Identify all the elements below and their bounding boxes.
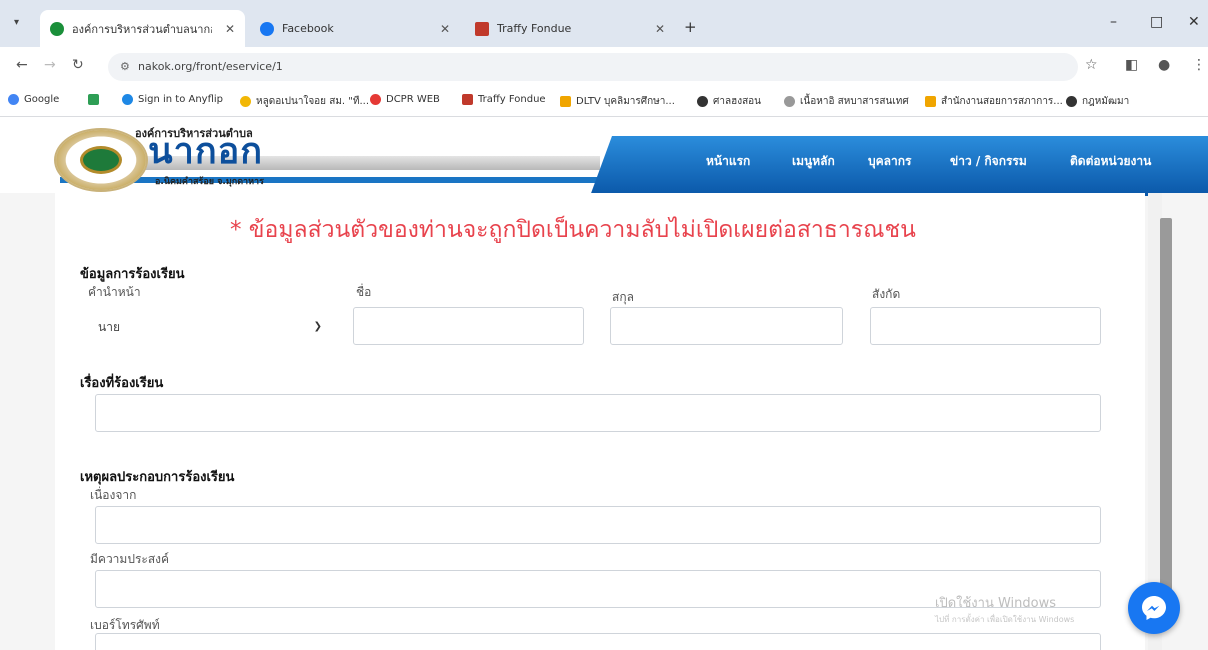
privacy-notice: * ข้อมูลส่วนตัวของท่านจะถูกปิดเป็นความลั… xyxy=(230,217,916,243)
phone-input[interactable] xyxy=(95,633,1101,650)
header-blue-bar xyxy=(60,177,600,183)
chevron-down-icon: ❯ xyxy=(313,321,322,332)
nav-main-menu[interactable]: เมนูหลัก xyxy=(792,152,835,171)
prefix-label: คำนำหน้า xyxy=(88,285,141,299)
address-bar-row: ← → ↻ ⚙ nakok.org/front/eservice/1 ☆ ◧ ●… xyxy=(0,47,1208,87)
nav-home[interactable]: หน้าแรก xyxy=(706,152,750,171)
maximize-icon[interactable]: □ xyxy=(1150,14,1163,30)
url-input[interactable]: ⚙ nakok.org/front/eservice/1 xyxy=(108,53,1078,81)
scrollbar-thumb[interactable] xyxy=(1160,218,1172,618)
close-tab-icon[interactable]: ✕ xyxy=(655,22,665,36)
town-name: นากอก xyxy=(148,131,264,172)
bookmark-icon xyxy=(240,96,251,107)
subject-section-title: เรื่องที่ร้องเรียน xyxy=(80,376,164,391)
web-page: หน้าแรก เมนูหลัก บุคลากร ข่าว / กิจกรรม … xyxy=(0,118,1208,650)
prefix-select[interactable]: นาย ❯ xyxy=(94,308,328,346)
dcpr-icon xyxy=(370,94,381,105)
browser-tab-strip: ▾ องค์การบริหารส่วนตำบลนากอก สม ✕ Facebo… xyxy=(0,0,1208,47)
nav-contact[interactable]: ติดต่อหน่วยงาน xyxy=(1070,152,1151,171)
bookmark-item[interactable]: ศาลฮงสอน xyxy=(697,94,761,109)
site-info-icon[interactable]: ⚙ xyxy=(120,53,130,81)
close-tab-icon[interactable]: ✕ xyxy=(225,22,235,36)
purpose-label: มีความประสงค์ xyxy=(90,552,170,566)
bookmark-icon xyxy=(88,94,99,105)
sidepanel-icon[interactable]: ◧ xyxy=(1125,57,1138,73)
bookmark-item[interactable]: กฎหมัฒมา xyxy=(1066,94,1129,109)
because-label: เนื่องจาก xyxy=(90,488,137,502)
last-name-input[interactable] xyxy=(610,307,843,345)
affiliation-label: สังกัด xyxy=(872,287,901,301)
messenger-chat-button[interactable] xyxy=(1128,582,1180,634)
tab-title: Facebook xyxy=(282,22,334,35)
back-arrow-icon[interactable]: ← xyxy=(16,57,28,73)
bookmark-item[interactable]: Traffy Fondue xyxy=(462,94,546,105)
first-name-input[interactable] xyxy=(353,307,584,345)
tab-title: Traffy Fondue xyxy=(497,22,572,35)
bookmarks-bar: Google Sign in to Anyflip หลูดอเปนาใจอย … xyxy=(0,87,1208,117)
close-tab-icon[interactable]: ✕ xyxy=(440,22,450,36)
nav-personnel[interactable]: บุคลากร xyxy=(868,152,911,171)
google-icon xyxy=(8,94,19,105)
tab-search-icon[interactable]: ▾ xyxy=(14,17,19,28)
globe-icon xyxy=(697,96,708,107)
bookmark-item[interactable] xyxy=(88,94,104,105)
profile-avatar-icon[interactable]: ● xyxy=(1158,57,1170,73)
menu-dots-icon[interactable]: ⋮ xyxy=(1192,57,1206,73)
windows-activation-title: เปิดใช้งาน Windows xyxy=(935,596,1057,611)
bookmark-item[interactable]: Sign in to Anyflip xyxy=(122,94,223,105)
complainant-section-title: ข้อมูลการร้องเรียน xyxy=(80,267,185,282)
because-input[interactable] xyxy=(95,506,1101,544)
bookmark-item[interactable]: หลูดอเปนาใจอย สม. "ทื... xyxy=(240,94,369,109)
first-name-label: ชื่อ xyxy=(356,285,372,299)
traffy-icon xyxy=(462,94,473,105)
bookmark-item[interactable]: เนื้อหาอิ สหบาสารสนเทศ xyxy=(784,94,909,109)
nakok-favicon-icon xyxy=(50,21,64,36)
affiliation-input[interactable] xyxy=(870,307,1101,345)
anyflip-icon xyxy=(122,94,133,105)
reason-section-title: เหตุผลประกอบการร้องเรียน xyxy=(80,470,235,485)
nav-news[interactable]: ข่าว / กิจกรรม xyxy=(950,152,1027,171)
traffy-favicon-icon xyxy=(475,21,489,36)
new-tab-button[interactable]: + xyxy=(684,18,697,36)
tab-nakok[interactable]: องค์การบริหารส่วนตำบลนากอก สม ✕ xyxy=(40,10,245,47)
folder-icon xyxy=(925,96,936,107)
url-text: nakok.org/front/eservice/1 xyxy=(138,60,283,73)
tab-traffy[interactable]: Traffy Fondue ✕ xyxy=(465,10,675,47)
globe-icon xyxy=(784,96,795,107)
close-window-icon[interactable]: ✕ xyxy=(1188,14,1200,30)
bookmark-item[interactable]: Google xyxy=(8,94,59,105)
globe-icon xyxy=(1066,96,1077,107)
windows-activation-subtitle: ไปที่ การตั้งค่า เพื่อเปิดใช้งาน Windows xyxy=(935,615,1075,624)
logo-emblem-icon xyxy=(80,146,122,174)
minimize-icon[interactable]: – xyxy=(1110,14,1117,30)
subject-input[interactable] xyxy=(95,394,1101,432)
dltv-icon xyxy=(560,96,571,107)
facebook-favicon-icon xyxy=(260,21,274,36)
last-name-label: สกุล xyxy=(612,290,634,304)
reload-icon[interactable]: ↻ xyxy=(72,57,84,73)
bookmark-item[interactable]: DLTV บุคลิมารศึกษา... xyxy=(560,94,675,109)
bookmark-item[interactable]: สำนักงานสอยการสภาการ... xyxy=(925,94,1063,109)
messenger-icon xyxy=(1142,596,1166,620)
town-subtitle: อ.นิคมคำสร้อย จ.มุกดาหาร xyxy=(155,177,264,187)
site-logo[interactable] xyxy=(54,128,148,192)
bookmark-item[interactable]: DCPR WEB xyxy=(370,94,440,105)
tab-facebook[interactable]: Facebook ✕ xyxy=(250,10,460,47)
bookmark-star-icon[interactable]: ☆ xyxy=(1085,57,1098,73)
tab-title: องค์การบริหารส่วนตำบลนากอก สม xyxy=(72,22,212,36)
forward-arrow-icon[interactable]: → xyxy=(44,57,56,73)
prefix-selected-value: นาย xyxy=(98,320,120,334)
